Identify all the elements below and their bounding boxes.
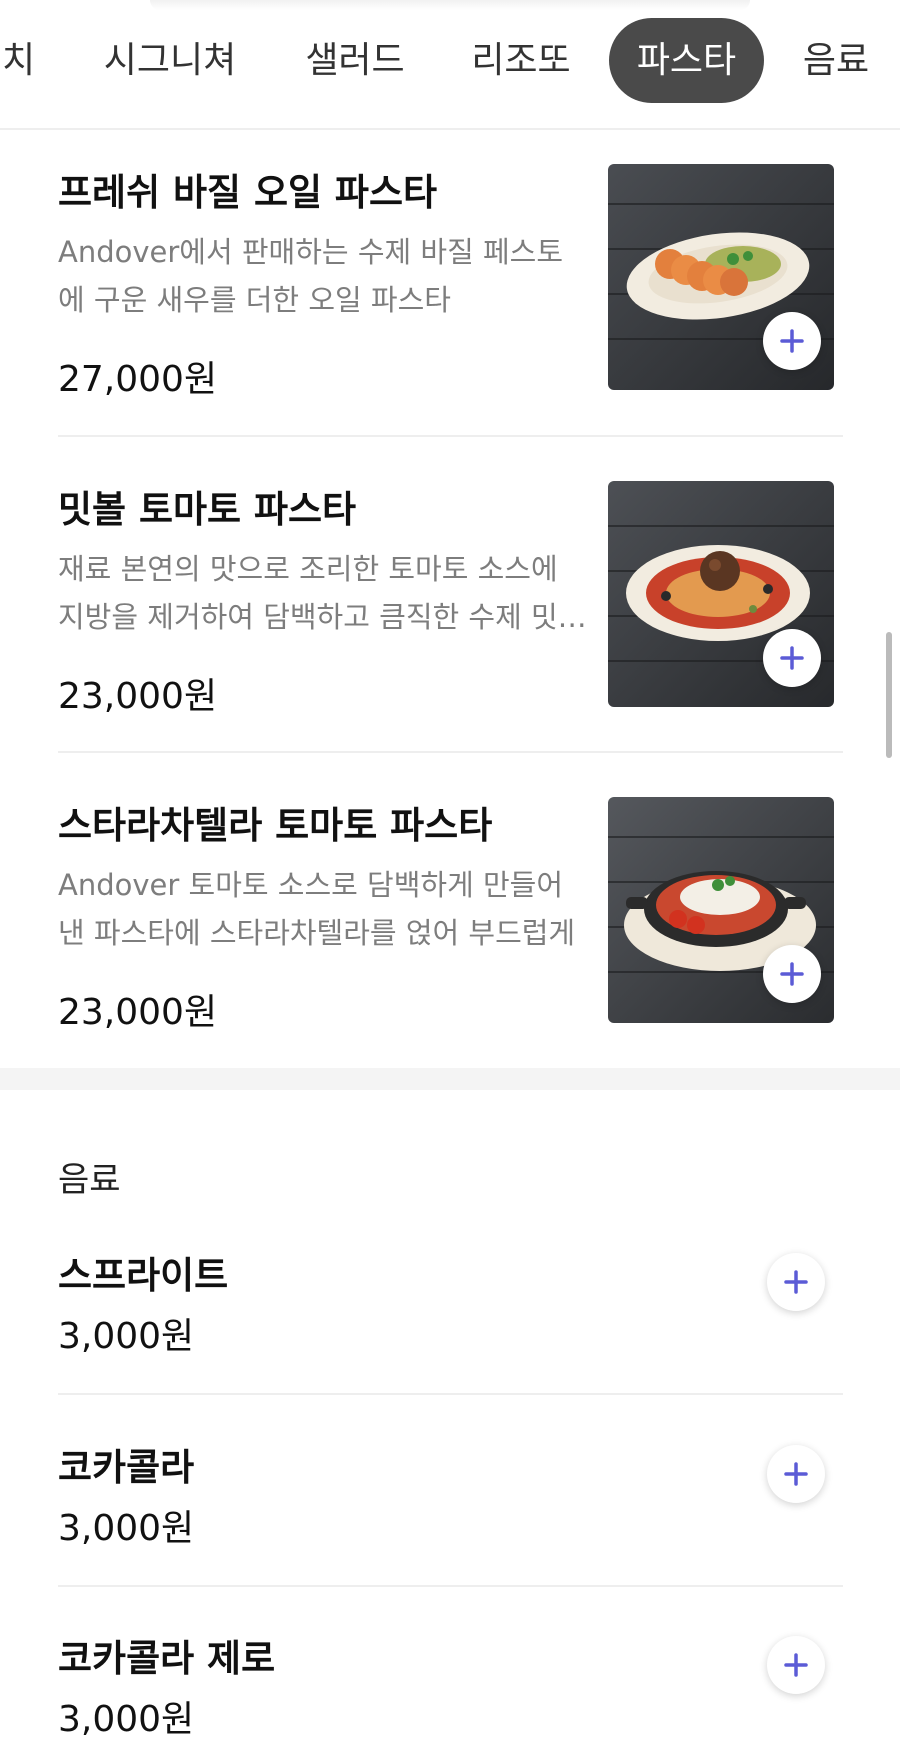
scrollbar-thumb[interactable] [886, 632, 892, 758]
menu-item-price: 3,000원 [58, 1508, 195, 1549]
menu-item-name: 밋볼 토마토 파스타 [58, 488, 357, 531]
divider [58, 435, 843, 437]
menu-item[interactable]: 밋볼 토마토 파스타 재료 본연의 맛으로 조리한 토마토 소스에 지방을 제거… [58, 477, 843, 717]
add-to-cart-button[interactable] [767, 1636, 825, 1694]
menu-item-price: 23,000원 [58, 676, 218, 717]
plus-icon [780, 329, 804, 353]
tab-signature[interactable]: 시그니쳐 [97, 18, 243, 103]
divider [58, 1585, 843, 1587]
menu-item-price: 23,000원 [58, 992, 218, 1033]
add-to-cart-button[interactable] [767, 1445, 825, 1503]
add-to-cart-button[interactable] [763, 312, 821, 370]
add-to-cart-button[interactable] [763, 629, 821, 687]
tab-salad[interactable]: 샐러드 [300, 18, 410, 103]
section-separator [0, 1068, 900, 1090]
tab-pasta[interactable]: 파스타 [609, 18, 764, 103]
menu-item-name: 코카콜라 [58, 1446, 195, 1489]
menu-item-description: Andover 토마토 소스로 담백하게 만들어낸 파스타에 스타라차텔라를 얹… [58, 868, 576, 950]
divider [58, 751, 843, 753]
menu-item[interactable]: 스타라차텔라 토마토 파스타 Andover 토마토 소스로 담백하게 만들어낸… [58, 793, 843, 1033]
menu-item-price: 3,000원 [58, 1699, 195, 1740]
menu-item-name: 프레쉬 바질 오일 파스타 [58, 171, 438, 214]
tab-risotto[interactable]: 리조또 [466, 18, 576, 103]
category-tab-bar: 런치 시그니쳐 샐러드 리조또 파스타 음료 [0, 0, 900, 130]
menu-item[interactable]: 프레쉬 바질 오일 파스타 Andover에서 판매하는 수제 바질 페스토에 … [58, 160, 843, 400]
menu-item[interactable]: 스프라이트 3,000원 [58, 1245, 843, 1365]
plus-icon [780, 962, 804, 986]
tab-drinks[interactable]: 음료 [800, 18, 872, 103]
menu-item-name: 스타라차텔라 토마토 파스타 [58, 804, 493, 847]
top-shadow [150, 0, 750, 10]
menu-item-description: Andover에서 판매하는 수제 바질 페스토에 구운 새우를 더한 오일 파… [58, 235, 564, 317]
section-title-drinks: 음료 [58, 1160, 121, 1200]
add-to-cart-button[interactable] [763, 945, 821, 1003]
menu-item[interactable]: 코카콜라 제로 3,000원 [58, 1628, 843, 1740]
menu-item-name: 스프라이트 [58, 1254, 229, 1297]
plus-icon [784, 1653, 808, 1677]
plus-icon [784, 1462, 808, 1486]
menu-item-price: 3,000원 [58, 1316, 195, 1357]
plus-icon [780, 646, 804, 670]
plus-icon [784, 1270, 808, 1294]
add-to-cart-button[interactable] [767, 1253, 825, 1311]
tab-lunch[interactable]: 런치 [0, 18, 42, 103]
menu-item-description: 재료 본연의 맛으로 조리한 토마토 소스에 지방을 제거하여 담백하고 큼직한… [58, 552, 585, 634]
menu-item[interactable]: 코카콜라 3,000원 [58, 1437, 843, 1557]
menu-item-price: 27,000원 [58, 359, 218, 400]
menu-item-name: 코카콜라 제로 [58, 1637, 276, 1680]
divider [58, 1393, 843, 1395]
